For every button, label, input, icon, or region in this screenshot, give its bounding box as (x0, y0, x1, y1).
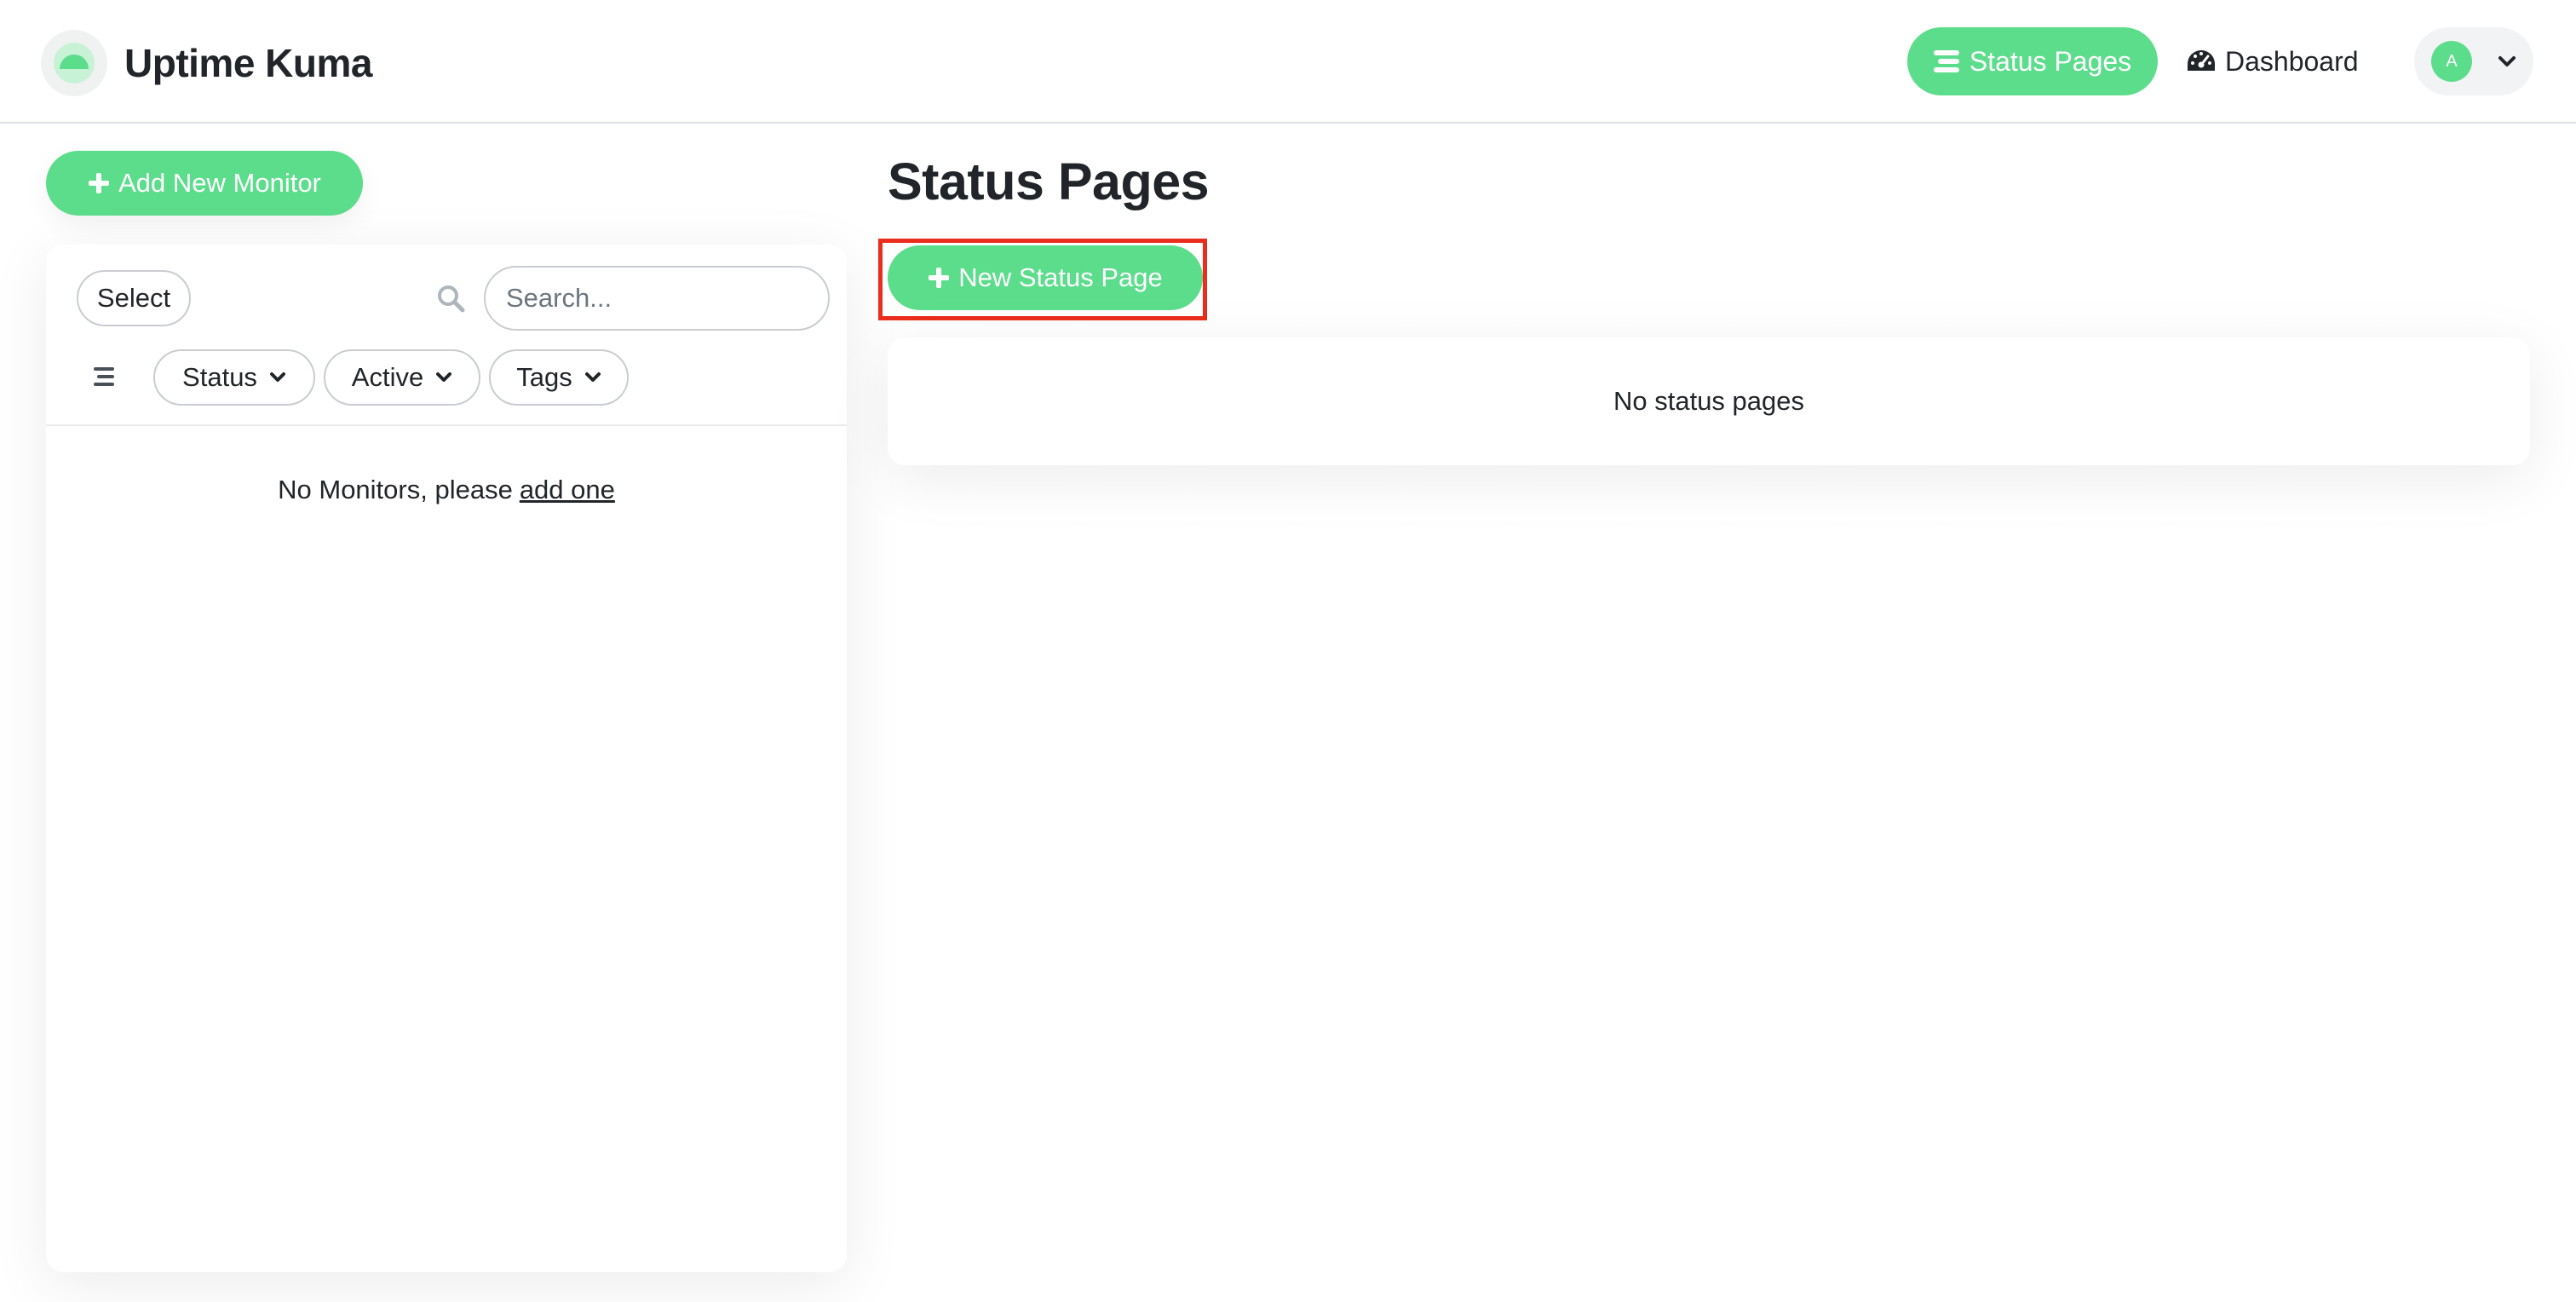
active-filter-label: Active (352, 362, 423, 393)
nav-dashboard-link[interactable]: Dashboard (2186, 27, 2359, 95)
panel-divider (46, 424, 847, 426)
plus-icon (88, 172, 110, 194)
chevron-down-icon (584, 372, 601, 383)
profile-dropdown[interactable]: A (2414, 27, 2533, 95)
add-new-monitor-label: Add New Monitor (118, 168, 321, 199)
search-icon (436, 284, 465, 317)
stream-icon (1934, 49, 1959, 73)
page-title: Status Pages (888, 152, 1209, 211)
app-title: Uptime Kuma (124, 40, 372, 86)
active-filter-dropdown[interactable]: Active (324, 349, 480, 406)
search-input[interactable] (484, 266, 830, 331)
uptime-kuma-logo-icon (41, 30, 107, 96)
nav-status-pages-button[interactable]: Status Pages (1907, 27, 2158, 95)
add-new-monitor-button[interactable]: Add New Monitor (46, 151, 363, 216)
empty-monitors-text: No Monitors, please (278, 475, 513, 504)
chevron-down-icon (2498, 55, 2516, 67)
empty-monitors-message: No Monitors, pleaseadd one (46, 475, 847, 505)
tags-filter-label: Tags (516, 362, 572, 393)
plus-icon (928, 267, 950, 289)
add-one-link[interactable]: add one (520, 475, 615, 504)
chevron-down-icon (269, 372, 286, 383)
nav-status-pages-label: Status Pages (1969, 46, 2131, 78)
new-status-page-label: New Status Page (958, 262, 1163, 293)
avatar: A (2431, 41, 2472, 82)
chevron-down-icon (435, 372, 452, 383)
status-filter-label: Status (182, 362, 257, 393)
tags-filter-dropdown[interactable]: Tags (489, 349, 629, 406)
new-status-page-button[interactable]: New Status Page (888, 245, 1203, 310)
select-button[interactable]: Select (77, 270, 191, 326)
status-filter-dropdown[interactable]: Status (153, 349, 315, 406)
top-navbar: Uptime Kuma Status Pages Dashboard A (0, 0, 2576, 124)
brand-link[interactable]: Uptime Kuma (41, 29, 372, 97)
filter-lines-icon[interactable] (94, 366, 118, 391)
nav-dashboard-label: Dashboard (2225, 46, 2359, 78)
empty-status-pages-text: No status pages (1613, 386, 1804, 417)
monitor-list-panel: Select Status Active Tags No Monit (46, 245, 847, 1272)
tachometer-icon (2186, 49, 2217, 74)
status-pages-list: No status pages (888, 337, 2530, 465)
